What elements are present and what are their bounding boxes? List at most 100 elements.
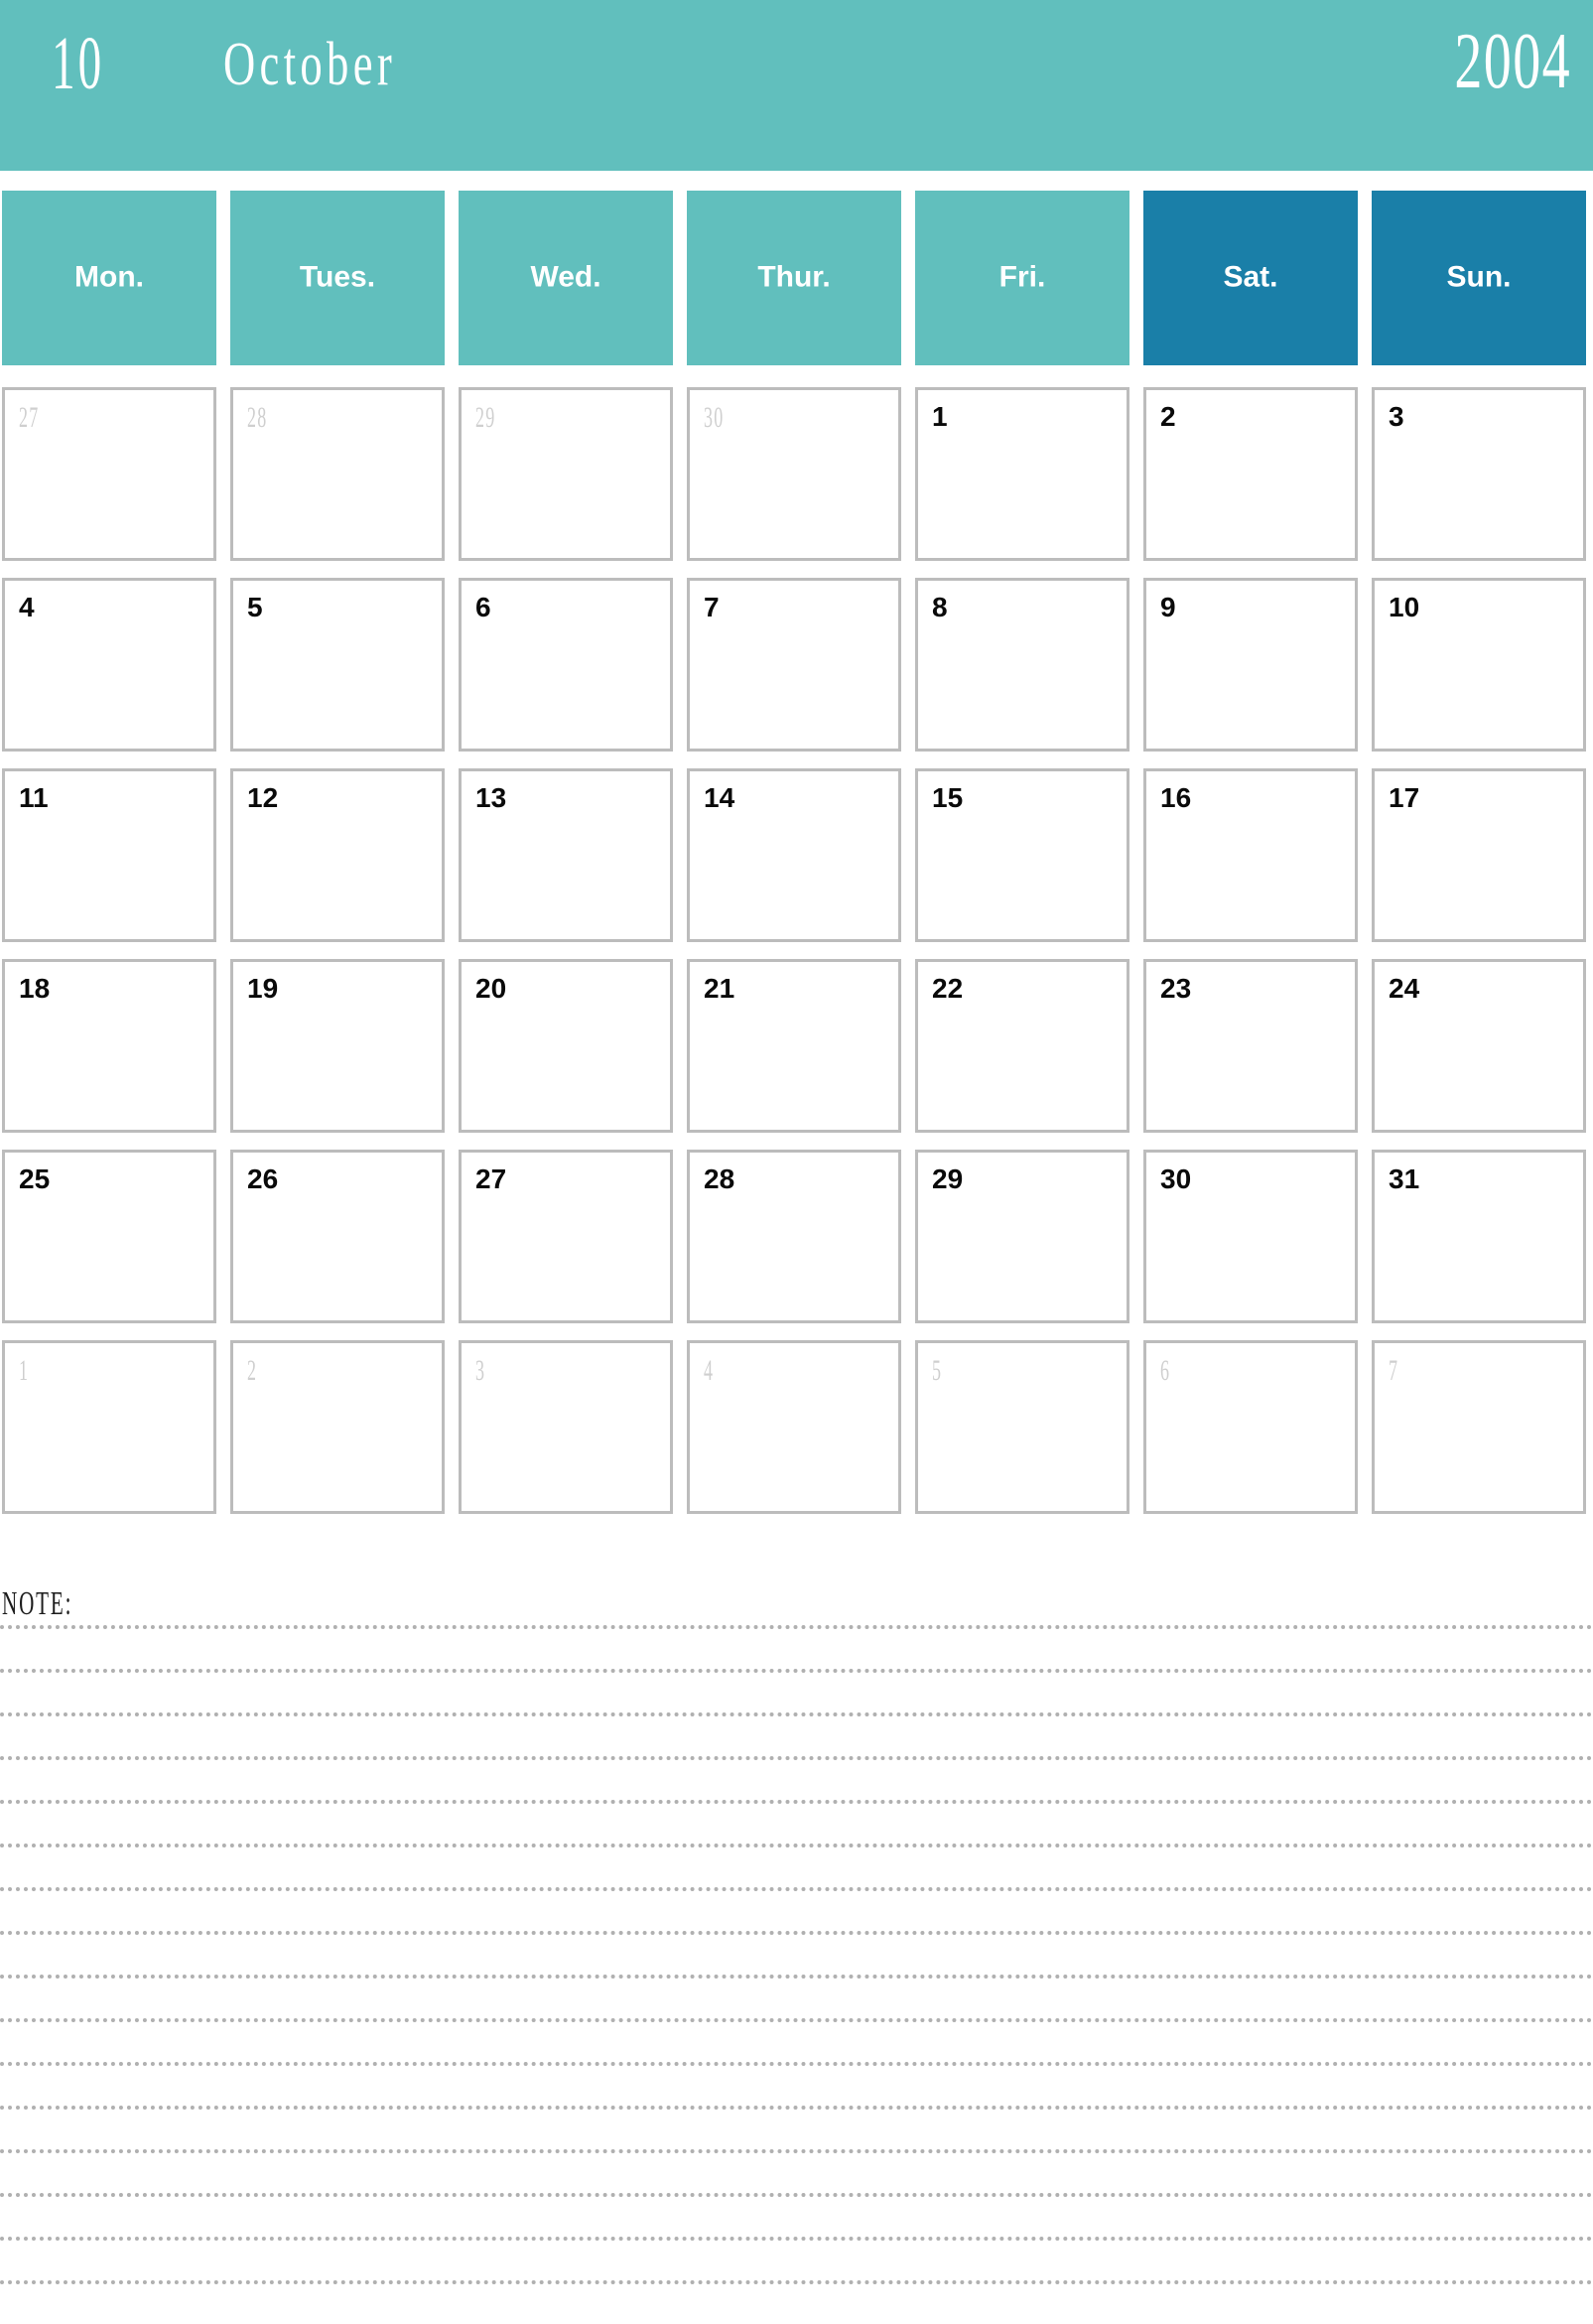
weekday-label: Tues. [299, 260, 376, 294]
weekday-label: Wed. [530, 260, 601, 294]
banner-content: 10 October 2004 [0, 0, 1593, 171]
day-cell[interactable]: 8 [915, 578, 1129, 752]
day-cell[interactable]: 2 [1143, 387, 1358, 561]
calendar-week-row: 27 28 29 30 1 2 3 [2, 387, 1591, 561]
day-number: 24 [1389, 973, 1420, 1004]
day-cell[interactable]: 10 [1372, 578, 1586, 752]
day-cell[interactable]: 27 [2, 387, 216, 561]
note-line[interactable] [0, 1844, 1593, 1887]
note-lines[interactable] [0, 1625, 1593, 2324]
day-cell[interactable]: 2 [230, 1340, 445, 1514]
weekday-label: Fri. [998, 260, 1046, 294]
day-cell[interactable]: 15 [915, 768, 1129, 942]
weekday-header-row: Mon. Tues. Wed. Thur. Fri. Sat. Sun. [2, 191, 1591, 365]
day-cell[interactable]: 17 [1372, 768, 1586, 942]
day-number: 18 [19, 973, 51, 1004]
note-line[interactable] [0, 2237, 1593, 2280]
day-number: 6 [1160, 1354, 1171, 1387]
day-cell[interactable]: 3 [1372, 387, 1586, 561]
day-cell[interactable]: 1 [915, 387, 1129, 561]
day-cell[interactable]: 11 [2, 768, 216, 942]
day-number: 29 [475, 401, 496, 434]
day-number: 28 [247, 401, 268, 434]
day-cell[interactable]: 1 [2, 1340, 216, 1514]
day-number: 15 [932, 782, 964, 813]
note-line[interactable] [0, 1931, 1593, 1975]
note-line[interactable] [0, 1625, 1593, 1669]
note-line[interactable] [0, 1975, 1593, 2018]
day-number: 26 [247, 1163, 279, 1194]
day-cell[interactable]: 5 [915, 1340, 1129, 1514]
day-cell[interactable]: 29 [459, 387, 673, 561]
day-number: 16 [1160, 782, 1192, 813]
weekday-header-sat: Sat. [1143, 191, 1358, 365]
weekday-label: Mon. [74, 260, 144, 294]
day-cell[interactable]: 6 [459, 578, 673, 752]
day-number: 9 [1160, 592, 1176, 622]
day-cell[interactable]: 27 [459, 1150, 673, 1323]
day-cell[interactable]: 28 [230, 387, 445, 561]
note-line[interactable] [0, 1800, 1593, 1844]
day-cell[interactable]: 7 [1372, 1340, 1586, 1514]
day-cell[interactable]: 18 [2, 959, 216, 1133]
note-line[interactable] [0, 1712, 1593, 1756]
day-cell[interactable]: 30 [687, 387, 901, 561]
day-cell[interactable]: 14 [687, 768, 901, 942]
day-number: 17 [1389, 782, 1420, 813]
day-cell[interactable]: 16 [1143, 768, 1358, 942]
day-number: 23 [1160, 973, 1192, 1004]
weekday-header-mon: Mon. [2, 191, 216, 365]
day-cell[interactable]: 5 [230, 578, 445, 752]
day-cell[interactable]: 7 [687, 578, 901, 752]
day-number: 10 [1389, 592, 1420, 622]
note-line[interactable] [0, 1669, 1593, 1712]
day-number: 31 [1389, 1163, 1420, 1194]
day-cell[interactable]: 30 [1143, 1150, 1358, 1323]
note-line[interactable] [0, 2106, 1593, 2149]
day-cell[interactable]: 24 [1372, 959, 1586, 1133]
day-cell[interactable]: 4 [2, 578, 216, 752]
day-cell[interactable]: 19 [230, 959, 445, 1133]
day-cell[interactable]: 26 [230, 1150, 445, 1323]
day-cell[interactable]: 23 [1143, 959, 1358, 1133]
note-line[interactable] [0, 2062, 1593, 2106]
day-number: 30 [1160, 1163, 1192, 1194]
day-number: 5 [247, 592, 263, 622]
note-line[interactable] [0, 2280, 1593, 2324]
note-line[interactable] [0, 1887, 1593, 1931]
day-cell[interactable]: 20 [459, 959, 673, 1133]
day-number: 30 [704, 401, 725, 434]
day-number: 3 [475, 1354, 486, 1387]
day-cell[interactable]: 22 [915, 959, 1129, 1133]
day-cell[interactable]: 29 [915, 1150, 1129, 1323]
calendar-grid: 27 28 29 30 1 2 3 4 5 6 7 8 9 10 11 12 13 14 15 16 17 18 19 20 2… [2, 387, 1591, 1514]
day-number: 11 [19, 782, 49, 813]
day-cell[interactable]: 28 [687, 1150, 901, 1323]
day-number: 2 [1160, 401, 1176, 432]
weekday-header-tues: Tues. [230, 191, 445, 365]
day-number: 19 [247, 973, 279, 1004]
day-number: 4 [19, 592, 35, 622]
day-cell[interactable]: 25 [2, 1150, 216, 1323]
day-number: 6 [475, 592, 491, 622]
calendar-week-row: 1 2 3 4 5 6 7 [2, 1340, 1591, 1514]
year-number: 2004 [1454, 18, 1571, 105]
calendar-week-row: 4 5 6 7 8 9 10 [2, 578, 1591, 752]
note-line[interactable] [0, 2149, 1593, 2193]
day-number: 7 [1389, 1354, 1399, 1387]
day-cell[interactable]: 12 [230, 768, 445, 942]
day-cell[interactable]: 13 [459, 768, 673, 942]
day-cell[interactable]: 21 [687, 959, 901, 1133]
day-cell[interactable]: 9 [1143, 578, 1358, 752]
note-line[interactable] [0, 2193, 1593, 2237]
day-cell[interactable]: 31 [1372, 1150, 1586, 1323]
weekday-header-fri: Fri. [915, 191, 1129, 365]
day-cell[interactable]: 3 [459, 1340, 673, 1514]
day-number: 2 [247, 1354, 258, 1387]
day-number: 27 [19, 401, 40, 434]
note-line[interactable] [0, 1756, 1593, 1800]
day-cell[interactable]: 6 [1143, 1340, 1358, 1514]
day-cell[interactable]: 4 [687, 1340, 901, 1514]
note-line[interactable] [0, 2018, 1593, 2062]
day-number: 1 [19, 1354, 30, 1387]
